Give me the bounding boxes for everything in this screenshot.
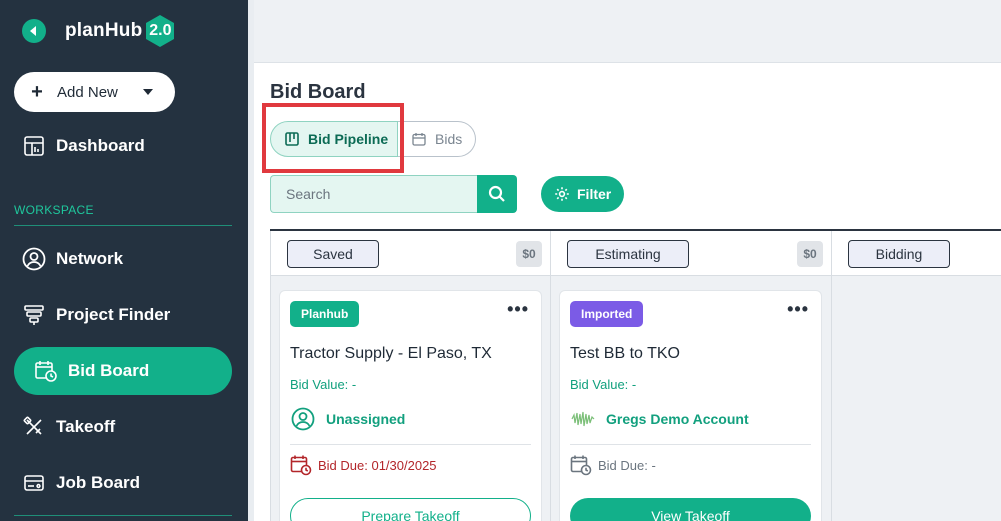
card-title[interactable]: Test BB to TKO — [570, 345, 680, 363]
version-label: 2.0 — [149, 22, 172, 39]
assignee[interactable]: Unassigned — [290, 406, 405, 432]
column-status-label: Estimating — [567, 240, 689, 268]
dashboard-icon — [22, 134, 46, 158]
divider — [14, 515, 232, 516]
sidebar-item-network[interactable]: Network — [14, 235, 232, 283]
tab-bids[interactable]: Bids — [398, 121, 476, 157]
bid-due: Bid Due: 01/30/2025 — [290, 454, 437, 476]
user-circle-icon — [22, 247, 46, 271]
calendar-clock-icon — [34, 359, 58, 383]
bid-card[interactable]: Imported ••• Test BB to TKO Bid Value: -… — [559, 290, 822, 521]
more-options-icon[interactable]: ••• — [507, 299, 529, 320]
sidebar-item-label: Dashboard — [56, 136, 145, 155]
add-new-button[interactable]: + Add New — [14, 72, 175, 112]
column-header: Bidding — [832, 231, 1001, 276]
sidebar-item-project-finder[interactable]: Project Finder — [14, 291, 232, 339]
company-avatar-icon — [570, 406, 596, 432]
source-badge: Imported — [570, 301, 644, 327]
sidebar-item-label: Bid Board — [68, 361, 150, 380]
bid-due: Bid Due: - — [570, 454, 656, 476]
search-button[interactable] — [477, 175, 517, 213]
source-badge: Planhub — [290, 301, 360, 327]
assignee-label: Unassigned — [326, 411, 406, 427]
bid-due-label: Bid Due: - — [598, 457, 656, 473]
page-title: Bid Board — [270, 81, 366, 103]
id-card-icon — [22, 471, 46, 495]
assignee[interactable]: Gregs Demo Account — [570, 406, 749, 432]
brand-logo: planHub 2.0 — [22, 14, 176, 48]
column-body: Imported ••• Test BB to TKO Bid Value: -… — [551, 276, 831, 521]
back-arrow-icon — [30, 26, 36, 36]
bid-value: Bid Value: - — [570, 377, 637, 392]
search-icon — [488, 185, 505, 202]
bid-value: Bid Value: - — [290, 377, 357, 392]
tab-label: Bids — [435, 131, 463, 147]
divider — [570, 444, 811, 445]
version-badge: 2.0 — [144, 14, 176, 48]
prepare-takeoff-button[interactable]: Prepare Takeoff — [290, 498, 531, 521]
more-options-icon[interactable]: ••• — [787, 299, 809, 320]
column-body: Planhub ••• Tractor Supply - El Paso, TX… — [271, 276, 550, 521]
search-bar — [270, 175, 517, 213]
calendar-clock-icon — [290, 454, 312, 476]
column-status-label: Bidding — [848, 240, 950, 268]
collapse-sidebar-button[interactable] — [22, 19, 46, 43]
board-column-saved: Saved $0 Planhub ••• Tractor Supply - El… — [270, 231, 551, 521]
sidebar-item-label: Job Board — [56, 473, 141, 492]
takeoff-tools-icon — [22, 415, 46, 439]
workspace-section-label: WORKSPACE — [14, 203, 94, 217]
sidebar-item-bid-board[interactable]: Bid Board — [14, 347, 232, 395]
view-takeoff-button[interactable]: View Takeoff — [570, 498, 811, 521]
column-header: Saved $0 — [271, 231, 550, 276]
filter-button[interactable]: Filter — [541, 176, 624, 212]
card-title[interactable]: Tractor Supply - El Paso, TX — [290, 345, 492, 363]
sidebar-edge — [248, 0, 254, 521]
calendar-clock-icon — [570, 454, 592, 476]
sidebar: planHub 2.0 + Add New Dashboard WORKSPAC… — [0, 0, 248, 521]
chevron-down-icon — [143, 89, 153, 95]
calendar-icon — [412, 132, 426, 146]
column-status-label: Saved — [287, 240, 379, 268]
top-bar — [254, 0, 1001, 63]
search-input[interactable] — [270, 175, 477, 213]
assignee-label: Gregs Demo Account — [606, 411, 749, 427]
sidebar-item-job-board[interactable]: Job Board — [14, 459, 232, 507]
plus-icon: + — [31, 81, 43, 103]
bid-card[interactable]: Planhub ••• Tractor Supply - El Paso, TX… — [279, 290, 542, 521]
sidebar-item-label: Network — [56, 249, 124, 268]
filter-label: Filter — [577, 186, 612, 202]
column-total: $0 — [797, 241, 823, 267]
bid-due-label: Bid Due: 01/30/2025 — [318, 457, 437, 473]
board-column-bidding: Bidding — [832, 231, 1001, 521]
add-new-label: Add New — [57, 83, 118, 101]
gear-icon — [554, 186, 570, 202]
project-finder-icon — [22, 303, 46, 327]
sidebar-item-label: Takeoff — [56, 417, 116, 436]
divider — [14, 225, 232, 226]
divider — [290, 444, 531, 445]
column-total: $0 — [516, 241, 542, 267]
sidebar-item-label: Project Finder — [56, 305, 171, 324]
column-header: Estimating $0 — [551, 231, 831, 276]
user-circle-icon — [290, 406, 316, 432]
highlight-annotation — [262, 103, 404, 173]
brand-name: planHub — [65, 20, 143, 41]
sidebar-item-takeoff[interactable]: Takeoff — [14, 403, 232, 451]
column-body — [832, 276, 1001, 521]
sidebar-item-dashboard[interactable]: Dashboard — [14, 122, 232, 170]
board-column-estimating: Estimating $0 Imported ••• Test BB to TK… — [551, 231, 832, 521]
bid-pipeline-board: Saved $0 Planhub ••• Tractor Supply - El… — [270, 229, 1001, 521]
